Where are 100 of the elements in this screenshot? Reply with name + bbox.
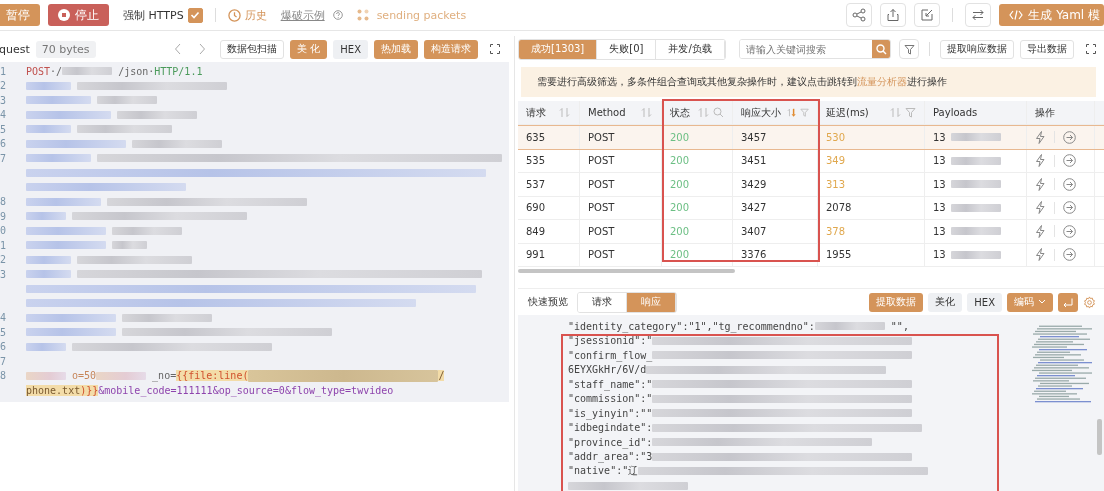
redacted-text [62,67,113,76]
import-button[interactable] [914,3,941,27]
column-header[interactable]: 状态 [662,101,733,124]
line-number: 7 [0,152,7,164]
arrow-circle-icon[interactable] [1063,130,1076,144]
table-cell: POST [588,178,615,190]
arrow-circle-icon[interactable] [1063,201,1076,215]
arrow-circle-icon[interactable] [1063,224,1076,238]
search-button[interactable] [872,40,890,58]
table-row[interactable]: 535 POST 200 3451 349 13 [518,149,1104,173]
fullscreen-icon[interactable] [490,44,500,54]
table-cell: 200 [670,178,690,190]
example-link[interactable]: 爆破示例 [280,7,325,23]
code-token: "idbegindate": [568,422,653,434]
code-token: ·/ [50,65,63,77]
redacted-text [950,203,1001,212]
action-button[interactable]: 提取响应数据 [940,39,1014,59]
editor-tool-button[interactable]: HEX [333,39,368,59]
upload-button[interactable] [880,3,907,27]
panel-title: quest [0,42,30,56]
back-icon[interactable] [174,43,183,55]
table-row[interactable]: 690 POST 200 3427 2078 13 [518,196,1104,220]
settings-icon[interactable] [1083,295,1096,309]
column-header[interactable]: 请求 [518,101,580,124]
column-header[interactable]: 响应大小 [733,101,818,124]
table-cell: 200 [670,131,690,143]
arrow-circle-icon[interactable] [1063,177,1076,191]
redacted-text [950,250,1001,259]
filter-icon[interactable] [905,107,916,118]
code-token: "jsessionid":" [568,335,653,347]
redacted-text [26,270,71,279]
line-number: 3 [0,268,7,280]
code-token: "commission":" [568,393,653,405]
table-cell: 200 [670,202,690,214]
preview-label: 快速预览 [528,295,568,309]
force-https-checkbox[interactable] [187,7,203,23]
share-button[interactable] [846,3,873,27]
editor-tool-button[interactable]: 数据包扫描 [220,39,285,59]
line-number: 8 [0,370,7,382]
stop-button[interactable]: 停止 [48,4,109,26]
preview-tool-button[interactable]: HEX [967,292,1002,312]
search-field[interactable]: 请输入关键词搜索 [739,39,891,59]
redacted-text [950,156,1001,165]
filter-button[interactable] [899,39,919,59]
scrollbar[interactable] [518,269,735,273]
column-header[interactable]: Method [580,101,662,124]
column-header[interactable]: 操作 [1027,101,1095,124]
column-header[interactable]: 延迟(ms) [818,101,925,124]
share-icon [852,8,867,22]
redacted-text [112,241,147,250]
notice-text: 进行操作 [907,75,947,89]
redacted-text [26,154,91,163]
table-cell: 378 [826,225,846,237]
table-cell: 13 [933,225,946,237]
table-cell: 13 [933,178,946,190]
forward-icon[interactable] [198,43,207,55]
force-https-label: 强制 HTTPS [123,7,184,23]
table-cell: POST [588,155,615,167]
loading-dots-icon [356,9,369,21]
table-row[interactable]: 849 POST 200 3407 378 13 [518,220,1104,244]
lightning-icon[interactable] [1035,154,1046,168]
sort-icon[interactable] [787,107,797,118]
table-cell: 200 [670,225,690,237]
lightning-icon[interactable] [1035,177,1046,191]
wrap-button[interactable] [1058,292,1078,312]
table-row[interactable]: 537 POST 200 3429 313 13 [518,173,1104,197]
table-cell: POST [588,202,615,214]
code-token: {{file:line( [176,370,249,382]
redacted-text [950,227,1001,236]
line-number: 8 [0,196,7,208]
fullscreen-icon[interactable] [1086,44,1096,54]
preview-tab[interactable]: 请求 [578,292,627,312]
table-row[interactable]: 991 POST 200 3376 1955 13 [518,243,1104,267]
notice-text: 需要进行高级筛选，多条件组合查询或其他复杂操作时，建议点击跳转到 [537,75,857,89]
redacted-text [26,342,66,351]
table-cell: 635 [526,131,546,143]
redacted-text [26,81,71,90]
lightning-icon[interactable] [1035,224,1046,238]
code-token: POST [26,65,51,77]
arrow-circle-icon[interactable] [1063,154,1076,168]
lightning-icon[interactable] [1035,201,1046,215]
arrow-circle-icon[interactable] [1063,248,1076,262]
line-number: 5 [0,123,7,135]
line-number: 5 [0,326,7,338]
action-button[interactable]: 导出数据 [1020,39,1074,59]
lightning-icon[interactable] [1035,130,1046,144]
redacted-text [950,180,1001,189]
table-row[interactable]: 635 POST 200 3457 530 13 [518,125,1104,150]
check-icon [190,10,201,20]
line-number: 9 [0,210,7,222]
table-cell: 13 [933,131,946,143]
filter-icon [903,43,915,55]
scrollbar[interactable] [1097,419,1102,455]
swap-button[interactable] [965,3,992,27]
preview-tool-button[interactable]: 美化 [928,292,963,312]
clock-icon [227,8,241,22]
search-icon[interactable] [713,107,724,118]
column-header[interactable]: Payloads [925,101,1027,124]
table-cell: 690 [526,202,546,214]
lightning-icon[interactable] [1035,248,1046,262]
